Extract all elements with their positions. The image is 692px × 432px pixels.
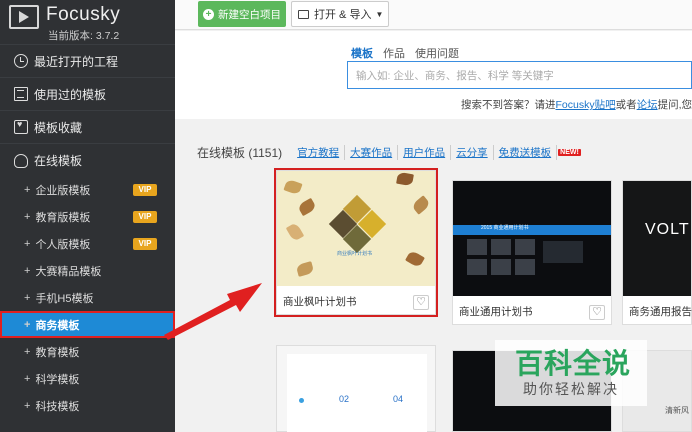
plus-icon: + [24,345,31,358]
template-card-report[interactable]: VOLT 商务通用报告 [622,180,692,325]
sidebar-section-label: 使用过的模板 [34,87,107,102]
sidebar-section-label: 最近打开的工程 [34,54,119,69]
plus-circle-icon: + [203,8,214,20]
template-count: 在线模板 (1151) [197,146,283,160]
favorite-heart-icon[interactable]: ♡ [413,295,429,310]
sidebar-item-label: 科学模板 [35,373,80,386]
watermark: 百科全说 助你轻松解决 [495,340,647,406]
folder-icon [298,9,309,19]
heart-folder-icon [14,119,28,134]
search-hint: 搜索不到答案？请进Focusky贴吧或者论坛提问,您会 [461,97,692,112]
template-card-general[interactable]: 2015 商业通用计划书 商业通用计划书 ♡ [452,180,612,325]
template-thumbnail: 2015 商业通用计划书 [453,181,611,296]
open-button-label: 打开 & 导入 [314,9,372,21]
brand-header: Focusky 当前版本: 3.7.2 [0,0,175,44]
thumbnail-title: 2015 商业通用计划书 [481,225,529,231]
card-caption: 商务通用报告 [629,306,692,318]
sidebar-section-label: 模板收藏 [34,120,83,135]
search-area: 模板 作品 使用问题 输入如: 企业、商务、报告、科学 等关键字 搜索不到答案？… [175,31,692,119]
sidebar-item-education-edition[interactable]: + 教育版模板 VIP [0,203,175,230]
open-import-button[interactable]: 打开 & 导入 ▼ [291,1,389,27]
plus-icon: + [24,318,31,331]
filter-contest-works[interactable]: 大赛作品 [345,145,399,160]
clock-icon [14,54,28,68]
filter-cloud-share[interactable]: 云分享 [451,145,494,160]
sidebar-item-label: 商务模板 [35,319,80,332]
sidebar-item-contest[interactable]: + 大赛精品模板 [0,257,175,284]
sidebar-item-business[interactable]: + 商务模板 [0,311,175,338]
template-filter-bar: 在线模板 (1151) 官方教程 大赛作品 用户作品 云分享 免费送模板 NEW… [197,144,581,161]
template-thumbnail: 商业枫叶计划书 [277,171,435,286]
watermark-title: 百科全说 [515,348,632,379]
sidebar-item-mobile-h5[interactable]: + 手机H5模板 [0,284,175,311]
sidebar-item-science[interactable]: + 科学模板 [0,365,175,392]
toolbar: + 新建空白项目 打开 & 导入 ▼ [175,0,692,30]
favorite-heart-icon[interactable]: ♡ [589,305,605,320]
sidebar-item-label: 科技模板 [35,400,80,413]
sidebar-item-technology[interactable]: + 科技模板 [0,392,175,419]
filter-free-templates[interactable]: 免费送模板 [494,145,558,160]
vip-badge: VIP [133,238,157,250]
tieba-link[interactable]: Focusky贴吧 [556,99,616,111]
row2-label: 04 [393,394,404,404]
forum-link[interactable]: 论坛 [637,99,658,111]
list-icon [14,87,28,101]
app-version: 当前版本: 3.7.2 [48,30,120,42]
sidebar: Focusky 当前版本: 3.7.2 最近打开的工程 使用过的模板 模板收藏 … [0,0,175,432]
sidebar-item-education[interactable]: + 教育模板 [0,338,175,365]
plus-icon: + [24,237,31,250]
search-tabs: 模板 作品 使用问题 [351,45,459,61]
new-blank-project-button[interactable]: + 新建空白项目 [198,1,286,27]
sidebar-item-label: 教育模板 [35,346,80,359]
sidebar-item-enterprise[interactable]: + 企业版模板 VIP [0,176,175,203]
cloud-icon [14,154,28,168]
template-thumbnail: VOLT [623,181,691,296]
hint-text: 搜索不到答案？请进 [461,99,556,111]
new-button-label: 新建空白项目 [218,8,281,21]
template-card-row2-a[interactable]: 02 04 [276,345,436,432]
plus-icon: + [24,291,31,304]
filter-official-tutorial[interactable]: 官方教程 [292,145,346,160]
sidebar-item-label: 企业版模板 [35,184,91,197]
plus-icon: + [24,183,31,196]
sidebar-section-label: 在线模板 [34,153,83,168]
template-card-maple[interactable]: 商业枫叶计划书 商业枫叶计划书 ♡ [274,168,438,317]
sidebar-item-personal[interactable]: + 个人版模板 VIP [0,230,175,257]
sidebar-item-label: 教育版模板 [35,211,91,224]
search-input[interactable]: 输入如: 企业、商务、报告、科学 等关键字 [347,61,692,89]
sidebar-item-label: 个人版模板 [35,238,91,251]
hint-text: 提问,您会 [657,99,692,111]
sidebar-section-favorites[interactable]: 模板收藏 [0,110,175,143]
card-caption: 商业枫叶计划书 [283,296,357,308]
sidebar-item-label: 大赛精品模板 [35,265,102,278]
sidebar-item-label: 手机H5模板 [35,292,94,305]
vip-badge: VIP [133,211,157,223]
plus-icon: + [24,372,31,385]
new-badge: NEW! [558,149,581,156]
filter-user-works[interactable]: 用户作品 [398,145,452,160]
caret-down-icon: ▼ [375,9,384,19]
sidebar-section-recent[interactable]: 最近打开的工程 [0,44,175,77]
watermark-subtitle: 助你轻松解决 [523,381,619,397]
tab-templates[interactable]: 模板 [351,45,373,61]
app-name: Focusky [46,4,121,25]
tab-works[interactable]: 作品 [383,45,405,61]
tab-usage-questions[interactable]: 使用问题 [415,45,459,61]
plus-icon: + [24,264,31,277]
row2-corner-text: 清新风 [665,406,689,415]
sidebar-section-used-templates[interactable]: 使用过的模板 [0,77,175,110]
card-caption: 商业通用计划书 [459,306,533,318]
thumbnail-title: VOLT [645,221,690,238]
plus-icon: + [24,399,31,412]
sidebar-section-online-templates[interactable]: 在线模板 [0,143,175,176]
thumbnail-title: 商业枫叶计划书 [337,251,373,257]
vip-badge: VIP [133,184,157,196]
focusky-logo-icon [9,5,39,29]
plus-icon: + [24,210,31,223]
row2-label: 02 [339,394,350,404]
hint-text: 或者 [615,99,637,111]
